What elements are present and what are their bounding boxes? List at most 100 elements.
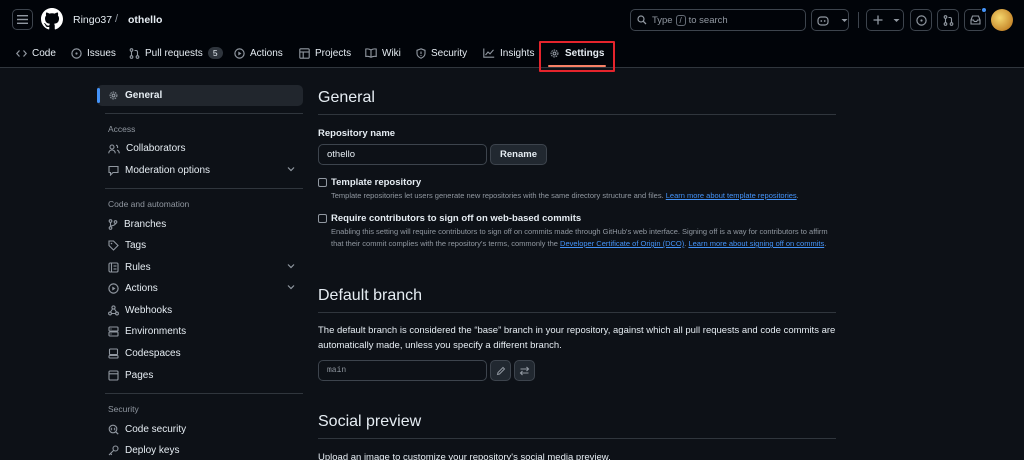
issues-button[interactable] [910,9,932,31]
dco-link[interactable]: Developer Certificate of Origin (DCO) [560,239,684,248]
repo-link[interactable]: othello [128,14,162,26]
plus-icon [873,15,883,25]
tab-actions[interactable]: Actions [234,40,283,66]
sidebar-item-environments[interactable]: Environments [97,321,303,342]
sidebar-item-branches[interactable]: Branches [97,214,303,235]
comment-icon [108,165,119,176]
search-icon [637,15,647,25]
section-divider [318,114,836,115]
tab-insights[interactable]: Insights [483,40,534,66]
settings-highlight-annotation [539,41,615,72]
pull-request-icon [943,14,953,26]
app-header: Ringo37 / othello Type / to search Code … [0,0,1024,68]
signoff-note-end: . [824,239,827,248]
tab-pull-requests[interactable]: Pull requests 5 [129,40,223,66]
codespaces-icon [108,348,119,359]
sidebar-heading-access: Access [108,124,136,134]
sidebar-item-webhooks[interactable]: Webhooks [97,300,303,321]
sidebar-divider [105,113,303,114]
chevron-down-icon [841,18,848,22]
arrow-switch-icon [519,366,530,375]
pencil-icon [496,366,505,375]
tab-code[interactable]: Code [16,40,56,66]
sidebar-item-label: Tags [125,240,147,251]
chevron-down-icon [287,285,295,290]
repository-name-label: Repository name [318,128,396,139]
sidebar-item-general[interactable]: General [97,85,303,106]
play-icon [108,283,119,294]
sidebar-item-label: Pages [125,370,154,381]
table-icon [299,47,310,59]
sidebar-item-code-security[interactable]: Code security [97,419,303,440]
default-branch-name: main [327,366,347,375]
signoff-learn-more-link[interactable]: Learn more about signing off on commits [688,239,824,248]
switch-branch-button[interactable] [514,360,535,381]
code-icon [16,49,27,57]
server-icon [108,326,119,337]
rename-branch-button[interactable] [490,360,511,381]
pull-requests-button[interactable] [937,9,959,31]
key-icon [108,445,119,456]
tab-security[interactable]: Security [416,40,467,66]
sidebar-item-label: Webhooks [125,305,173,316]
owner-link[interactable]: Ringo37 [73,14,112,26]
social-preview-title: Social preview [318,413,422,430]
play-icon [234,47,245,59]
signoff-checkbox[interactable] [318,214,327,223]
sidebar-item-label: Code security [125,424,187,435]
repository-name-input[interactable]: othello [318,144,487,165]
sidebar-item-actions[interactable]: Actions [97,278,303,299]
browser-icon [108,370,119,381]
social-preview-description: Upload an image to customize your reposi… [318,452,611,460]
avatar[interactable] [991,9,1013,31]
signoff-title: Require contributors to sign off on web-… [331,213,582,224]
tab-wiki[interactable]: Wiki [365,40,401,66]
chevron-down-icon [287,264,295,269]
default-branch-description: The default branch is considered the “ba… [318,325,836,351]
search-shortcut-key: / [675,14,686,26]
sidebar-item-label: Rules [125,262,151,273]
codescan-icon [108,424,119,435]
tab-label: Actions [250,47,283,59]
sidebar-item-label: Branches [124,219,167,230]
general-title: General [318,89,375,106]
sidebar-item-collaborators[interactable]: Collaborators [97,138,303,159]
gear-icon [109,91,118,100]
tab-label: Pull requests [145,47,203,59]
template-learn-more-link[interactable]: Learn more about template repositories [666,191,797,200]
tab-issues[interactable]: Issues [71,40,116,66]
search-prefix: Type [652,14,673,26]
tab-label: Insights [500,47,535,59]
sidebar-item-tags[interactable]: Tags [97,235,303,256]
menu-button[interactable] [12,9,33,30]
tab-projects[interactable]: Projects [299,40,351,66]
search-input[interactable]: Type / to search [630,9,806,31]
sidebar-item-label: Environments [125,326,187,337]
sidebar-item-moderation-options[interactable]: Moderation options [97,160,303,181]
sidebar-item-pages[interactable]: Pages [97,365,303,386]
copilot-icon [817,15,829,26]
inbox-icon [969,15,981,25]
chevron-down-icon [893,18,900,22]
issue-icon [915,14,927,26]
copilot-button[interactable] [811,9,849,31]
create-new-button[interactable] [866,9,904,31]
tag-icon [108,240,119,251]
repo-tabs: Code Issues Pull requests 5 Actions Proj… [0,40,1024,68]
sidebar-item-label: Actions [125,283,158,294]
sidebar-divider [105,393,303,394]
template-repository-checkbox[interactable] [318,178,327,187]
shield-icon [416,47,426,59]
notification-dot [981,7,987,13]
breadcrumb-separator: / [115,13,119,25]
sidebar-item-codespaces[interactable]: Codespaces [97,343,303,364]
rename-button[interactable]: Rename [490,144,547,165]
search-suffix: to search [688,14,728,26]
tab-label: Issues [87,47,116,59]
sidebar-heading-security: Security [108,404,139,414]
issue-icon [71,47,82,59]
tab-label: Projects [315,47,352,59]
github-logo-icon[interactable] [41,8,63,30]
sidebar-item-deploy-keys[interactable]: Deploy keys [97,440,303,460]
sidebar-item-rules[interactable]: Rules [97,257,303,278]
